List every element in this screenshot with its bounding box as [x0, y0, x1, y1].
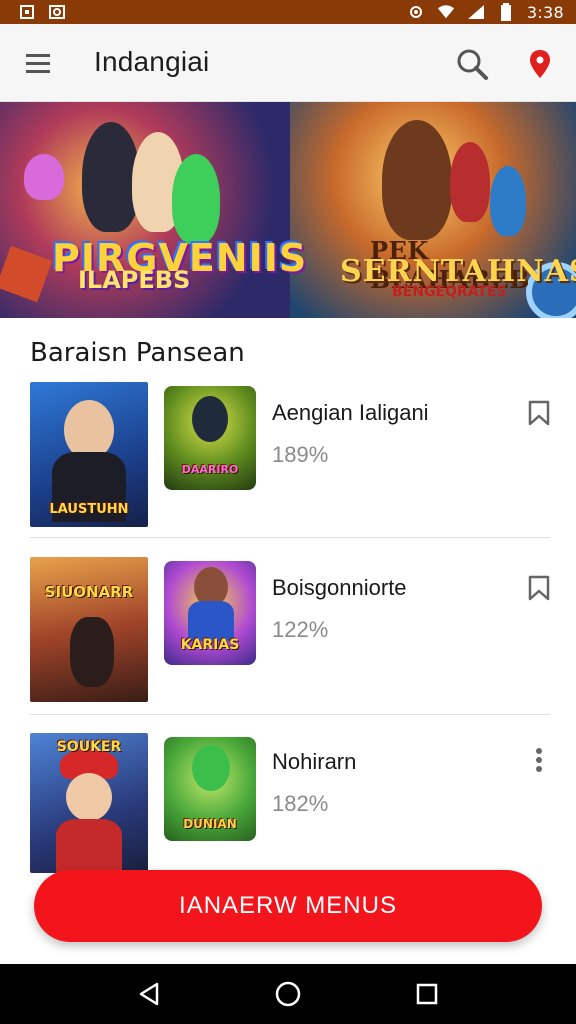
character-body — [188, 601, 234, 641]
game-thumbnail[interactable]: SOUKER — [30, 733, 148, 873]
notification-icon — [18, 3, 36, 21]
search-icon[interactable] — [452, 44, 492, 84]
location-pin-icon[interactable] — [522, 44, 558, 84]
character-figure — [70, 617, 114, 687]
game-thumbnail-secondary[interactable]: KARIAS — [164, 561, 256, 665]
character-face — [64, 400, 114, 460]
settings-gear-icon — [407, 3, 425, 21]
divider — [30, 714, 550, 715]
wifi-icon — [437, 3, 455, 21]
menu-icon[interactable] — [20, 48, 56, 78]
game-thumbnail[interactable]: SIUONARR — [30, 557, 148, 702]
status-right: 3:38 — [407, 3, 564, 22]
item-percentage: 122% — [272, 617, 329, 642]
gallery-icon — [48, 3, 66, 21]
divider — [30, 537, 550, 538]
home-icon[interactable] — [268, 974, 308, 1014]
thumbnail-title: SIUONARR — [44, 583, 134, 601]
status-bar: 3:38 — [0, 0, 576, 24]
list-item[interactable]: SOUKER DUNIAN Nohirarn 182% — [30, 733, 550, 883]
more-vert-icon[interactable] — [524, 745, 554, 775]
game-thumbnail[interactable]: LAUSTUHN — [30, 382, 148, 527]
item-title: Aengian Ialigani — [272, 400, 429, 425]
character-face — [192, 396, 228, 442]
status-left — [18, 3, 66, 21]
character-figure — [450, 142, 490, 222]
recents-icon[interactable] — [407, 974, 447, 1014]
thumbnail-title: DAARIRO — [181, 463, 239, 476]
banner-logo-right-sub: BENGEQRATES — [392, 284, 507, 300]
signal-icon — [467, 3, 485, 21]
game-thumbnail-secondary[interactable]: DUNIAN — [164, 737, 256, 841]
system-nav-bar — [0, 964, 576, 1024]
item-title: Nohirarn — [272, 749, 357, 774]
character-figure — [24, 154, 64, 200]
section-title: Baraisn Pansean — [30, 338, 245, 368]
character-figure — [192, 745, 230, 791]
primary-cta-button[interactable]: IANAERW MENUS — [34, 870, 542, 942]
status-time: 3:38 — [526, 2, 564, 22]
thumbnail-title: LAUSTUHN — [49, 502, 129, 517]
item-percentage: 189% — [272, 442, 329, 467]
thumbnail-title: KARIAS — [180, 637, 240, 653]
back-icon[interactable] — [129, 974, 169, 1014]
character-body — [56, 819, 122, 873]
app-bar: Indangiai — [0, 24, 576, 102]
list-item[interactable]: LAUSTUHN DAARIRO Aengian Ialigani 189% — [30, 382, 550, 532]
character-figure — [490, 166, 526, 236]
banner-logo-left-sub: ILAPEBS — [78, 266, 191, 294]
bookmark-icon[interactable] — [524, 398, 554, 428]
thumbnail-title: DUNIAN — [183, 817, 237, 831]
character-face — [66, 773, 112, 821]
list-item[interactable]: SIUONARR KARIAS Boisgonniorte 122% — [30, 557, 550, 707]
bookmark-icon[interactable] — [524, 573, 554, 603]
character-figure — [382, 120, 452, 240]
item-title: Boisgonniorte — [272, 575, 407, 600]
thumbnail-title: SOUKER — [56, 739, 122, 755]
cta-label: IANAERW MENUS — [179, 892, 397, 919]
gem-decoration — [0, 245, 53, 303]
page-title: Indangiai — [94, 46, 210, 77]
game-thumbnail-secondary[interactable]: DAARIRO — [164, 386, 256, 490]
character-figure — [172, 154, 220, 244]
item-percentage: 182% — [272, 791, 329, 816]
battery-icon — [497, 3, 515, 21]
